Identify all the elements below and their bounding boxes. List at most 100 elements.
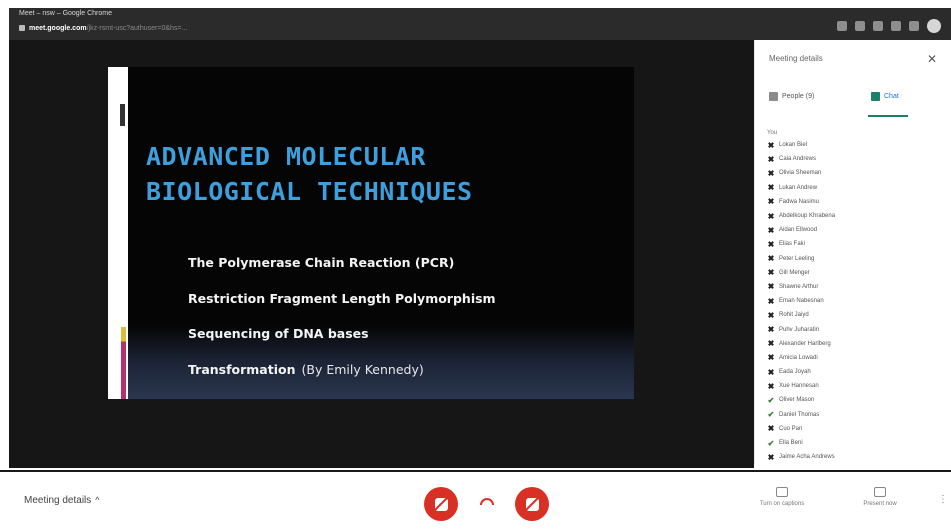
chat-message-text: Rohit Jaiyd: [779, 312, 809, 319]
x-mark-icon: ✖: [767, 325, 775, 335]
x-mark-icon: ✖: [767, 268, 775, 278]
chat-message-text: Caia Andrews: [779, 156, 817, 163]
chat-message: ✖ Alexander Harlberg: [767, 337, 947, 351]
chat-message: ✖ Fadwa Nasimu: [767, 195, 947, 209]
tab-people[interactable]: People (9): [769, 92, 814, 101]
slide-bullet: Transformation (By Emily Kennedy): [188, 360, 496, 396]
chat-message-text: Lukan Andrew: [779, 184, 818, 191]
chat-message-text: Ella Beni: [779, 440, 803, 447]
x-mark-icon: ✖: [767, 225, 775, 235]
chat-message-text: Jaime Acha Andrews: [779, 454, 835, 461]
x-mark-icon: ✖: [767, 140, 775, 150]
chat-message-text: Shawne Arthur: [779, 283, 819, 290]
phone-hangup-icon: [480, 498, 494, 505]
slide-title-line-1: ADVANCED MOLECULAR: [146, 142, 426, 171]
mic-icon[interactable]: [855, 21, 865, 31]
chat-message-text: Peter Leeling: [779, 255, 815, 262]
chat-message-text: Xue Hannesan: [779, 383, 819, 390]
chat-message-text: Cuo Pan: [779, 425, 803, 432]
x-mark-icon: ✖: [767, 211, 775, 221]
chat-message: ✖ Aidan Ellwood: [767, 223, 947, 237]
slide-author: (By Emily Kennedy): [301, 361, 424, 377]
more-options-icon[interactable]: ⋮: [938, 494, 948, 505]
present-label: Present now: [863, 501, 897, 507]
chat-message-text: Lokan Biel: [779, 142, 808, 149]
chat-message: ✖ Jaime Acha Andrews: [767, 450, 947, 464]
slide-decoration-bar: [121, 327, 126, 399]
chat-message: ✖ Elias Faki: [767, 237, 947, 251]
x-mark-icon: ✖: [767, 381, 775, 391]
chat-message-text: Eman Nabesnan: [779, 298, 824, 305]
chat-message-list[interactable]: You ✖ Lokan Biel ✖ Caia Andrews ✖ Olivia Shee…: [767, 128, 947, 464]
address-bar[interactable]: meet.google.com/jkz-rsmt-usc?authuser=0&…: [19, 25, 187, 32]
x-mark-icon: ✖: [767, 197, 775, 207]
url-host: meet.google.com: [29, 25, 87, 32]
chat-message: ✖ Rohit Jaiyd: [767, 308, 947, 322]
chevron-up-icon: ^: [95, 495, 100, 505]
lock-icon: [19, 25, 25, 32]
slide-decoration-mark: [120, 104, 125, 126]
x-mark-icon: ✖: [767, 282, 775, 292]
x-mark-icon: ✖: [767, 353, 775, 363]
side-panel: Meeting details ✕ People (9) Chat You ✖ L…: [754, 40, 951, 464]
chat-message-text: Eada Joyah: [779, 369, 811, 376]
present-icon: [874, 487, 886, 497]
present-now-button[interactable]: Present now: [845, 487, 915, 507]
check-icon: ✔: [767, 410, 775, 420]
mic-toggle-button[interactable]: [424, 487, 458, 521]
close-icon[interactable]: ✕: [927, 52, 937, 66]
x-mark-icon: ✖: [767, 310, 775, 320]
hang-up-button[interactable]: [478, 496, 496, 508]
chat-message: ✖ Abdelkoup Khrabena: [767, 209, 947, 223]
chat-message-text: Alexander Harlberg: [779, 340, 831, 347]
camera-icon[interactable]: [837, 21, 847, 31]
slide-bullet: Sequencing of DNA bases: [188, 326, 369, 341]
slide-bullet: The Polymerase Chain Reaction (PCR): [188, 255, 455, 270]
extensions-icon[interactable]: [891, 21, 901, 31]
browser-toolbar: [837, 19, 941, 33]
x-mark-icon: ✖: [767, 424, 775, 434]
people-icon: [769, 92, 778, 101]
x-mark-icon: ✖: [767, 154, 775, 164]
chat-icon: [871, 92, 880, 101]
chat-message: ✖ Shawne Arthur: [767, 280, 947, 294]
chat-message: ✔ Ella Beni: [767, 436, 947, 450]
chat-message: ✖ Cuo Pan: [767, 422, 947, 436]
camera-toggle-button[interactable]: [515, 487, 549, 521]
slide-title: ADVANCED MOLECULAR BIOLOGICAL TECHNIQUES: [146, 139, 626, 209]
chat-message: ✔ Daniel Thomas: [767, 408, 947, 422]
active-tab-indicator: [868, 115, 908, 117]
chat-message-text: Puhv Juharatin: [779, 326, 820, 333]
browser-titlebar: Meet – nsw – Google Chrome meet.google.c…: [9, 8, 951, 40]
star-icon[interactable]: [873, 21, 883, 31]
chat-message: ✖ Puhv Juharatin: [767, 322, 947, 336]
chat-message-text: Aidan Ellwood: [779, 227, 818, 234]
chat-message-text: Elias Faki: [779, 241, 806, 248]
chat-message-text: Abdelkoup Khrabena: [779, 213, 836, 220]
captions-label: Turn on captions: [759, 501, 805, 507]
chat-message: ✖ Eman Nabesnan: [767, 294, 947, 308]
window-title: Meet – nsw – Google Chrome: [19, 10, 112, 17]
chat-message: ✖ Lukan Andrew: [767, 181, 947, 195]
chat-message-text: Oliver Mason: [779, 397, 815, 404]
chat-message: ✖ Peter Leeling: [767, 252, 947, 266]
captions-button[interactable]: Turn on captions: [742, 487, 822, 507]
tab-people-label: People (9): [782, 93, 815, 100]
x-mark-icon: ✖: [767, 239, 775, 249]
chat-message: ✖ Eada Joyah: [767, 365, 947, 379]
bookmark-icon[interactable]: [909, 21, 919, 31]
panel-title: Meeting details: [769, 54, 823, 63]
tab-chat-label: Chat: [884, 93, 899, 100]
slide-side-strip: [108, 67, 128, 399]
x-mark-icon: ✖: [767, 452, 775, 462]
url-path: /jkz-rsmt-usc?authuser=0&hs=...: [86, 25, 188, 32]
chat-sender: You: [767, 130, 778, 136]
profile-avatar-icon[interactable]: [927, 19, 941, 33]
chat-message: ✖ Gill Menger: [767, 266, 947, 280]
slide-bullet-text: Transformation: [188, 361, 296, 377]
chat-message: ✖ Xue Hannesan: [767, 379, 947, 393]
slide-bullet: Restriction Fragment Length Polymorphism: [188, 290, 496, 306]
tab-chat[interactable]: Chat: [871, 92, 899, 101]
chat-message-text: Olivia Sheeman: [779, 170, 822, 177]
meeting-details-button[interactable]: Meeting details ^: [24, 495, 100, 506]
